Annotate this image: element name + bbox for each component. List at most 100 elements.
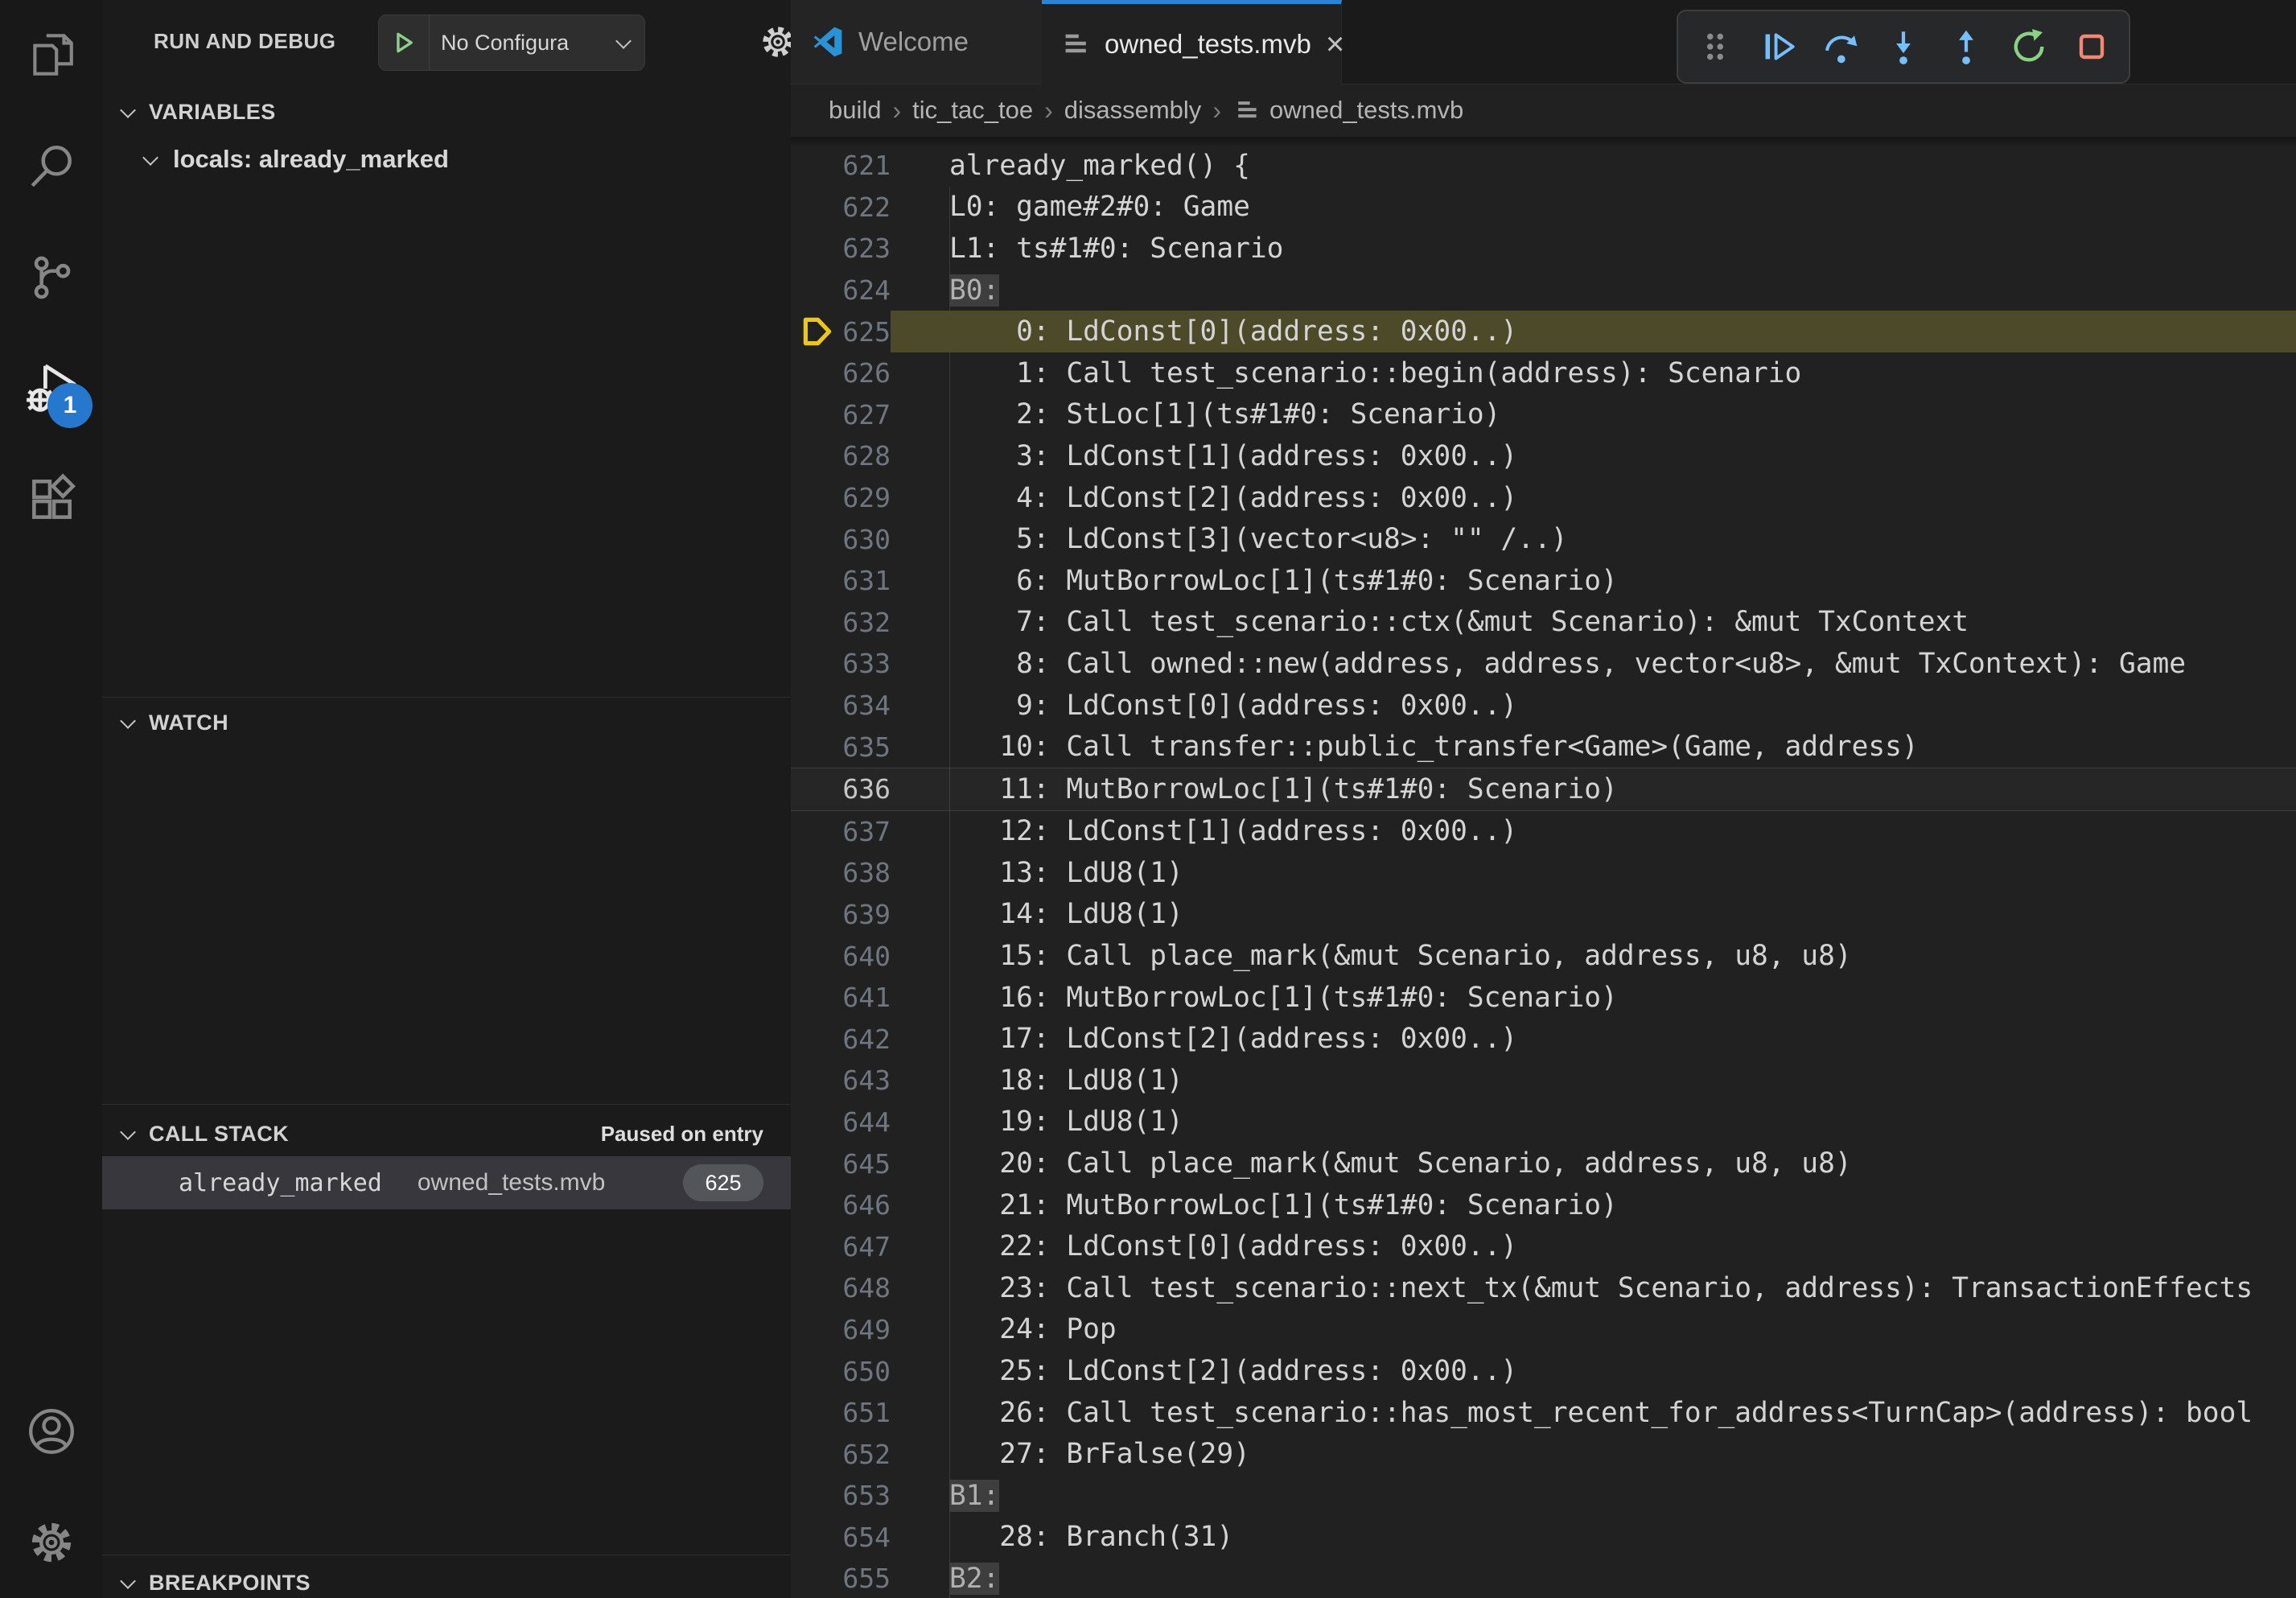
code-line[interactable]: 638 13: LdU8(1) — [791, 852, 2296, 894]
code-text[interactable]: 20: Call place_mark(&mut Scenario, addre… — [891, 1143, 2296, 1184]
code-text[interactable]: 15: Call place_mark(&mut Scenario, addre… — [891, 935, 2296, 977]
code-line[interactable]: 635 10: Call transfer::public_transfer<G… — [791, 726, 2296, 768]
line-number[interactable]: 623 — [837, 233, 891, 264]
glyph-margin[interactable] — [791, 1517, 837, 1559]
glyph-margin[interactable] — [791, 1433, 837, 1475]
code-line[interactable]: 645 20: Call place_mark(&mut Scenario, a… — [791, 1143, 2296, 1184]
code-text[interactable]: 23: Call test_scenario::next_tx(&mut Sce… — [891, 1267, 2296, 1309]
code-text[interactable]: already_marked() { — [891, 145, 2296, 187]
line-number[interactable]: 641 — [837, 982, 891, 1013]
variables-section-header[interactable]: VARIABLES — [102, 87, 791, 137]
line-number[interactable]: 629 — [837, 482, 891, 513]
glyph-margin[interactable] — [791, 1558, 837, 1598]
code-line[interactable]: 626 1: Call test_scenario::begin(address… — [791, 352, 2296, 394]
code-text[interactable]: 17: LdConst[2](address: 0x00..) — [891, 1018, 2296, 1060]
code-text[interactable]: 7: Call test_scenario::ctx(&mut Scenario… — [891, 602, 2296, 644]
glyph-margin[interactable] — [791, 1102, 837, 1143]
breadcrumb-item-file[interactable]: owned_tests.mvb — [1269, 96, 1463, 125]
line-number[interactable]: 626 — [837, 357, 891, 389]
line-number[interactable]: 648 — [837, 1272, 891, 1304]
code-block-label[interactable]: B1: — [891, 1475, 2296, 1517]
start-debugging-control[interactable]: No Configura — [378, 14, 645, 71]
glyph-margin[interactable] — [791, 270, 837, 311]
code-text[interactable]: 25: LdConst[2](address: 0x00..) — [891, 1350, 2296, 1392]
code-line[interactable]: 649 24: Pop — [791, 1309, 2296, 1351]
line-number[interactable]: 632 — [837, 607, 891, 638]
line-number[interactable]: 636 — [837, 773, 891, 805]
code-text[interactable]: 19: LdU8(1) — [891, 1102, 2296, 1143]
code-line[interactable]: 631 6: MutBorrowLoc[1](ts#1#0: Scenario) — [791, 560, 2296, 602]
debug-step-into-icon[interactable] — [1878, 21, 1929, 72]
glyph-margin[interactable] — [791, 1267, 837, 1309]
code-text[interactable]: 26: Call test_scenario::has_most_recent_… — [891, 1392, 2296, 1434]
code-text[interactable]: 6: MutBorrowLoc[1](ts#1#0: Scenario) — [891, 560, 2296, 602]
code-text[interactable]: 4: LdConst[2](address: 0x00..) — [891, 477, 2296, 519]
code-text[interactable]: L1: ts#1#0: Scenario — [891, 228, 2296, 270]
glyph-margin[interactable] — [791, 1184, 837, 1226]
source-control-icon[interactable] — [0, 222, 102, 333]
code-text[interactable]: 9: LdConst[0](address: 0x00..) — [891, 685, 2296, 727]
glyph-margin[interactable] — [791, 1060, 837, 1102]
code-line[interactable]: 641 16: MutBorrowLoc[1](ts#1#0: Scenario… — [791, 977, 2296, 1019]
account-icon[interactable] — [0, 1376, 102, 1487]
watch-section-header[interactable]: WATCH — [102, 698, 791, 748]
code-line[interactable]: 647 22: LdConst[0](address: 0x00..) — [791, 1225, 2296, 1267]
code-line[interactable]: 636 11: MutBorrowLoc[1](ts#1#0: Scenario… — [791, 768, 2296, 811]
glyph-margin[interactable] — [791, 726, 837, 768]
glyph-margin[interactable] — [791, 560, 837, 602]
line-number[interactable]: 638 — [837, 857, 891, 888]
code-line[interactable]: 648 23: Call test_scenario::next_tx(&mut… — [791, 1267, 2296, 1309]
line-number[interactable]: 630 — [837, 524, 891, 555]
line-number[interactable]: 650 — [837, 1356, 891, 1387]
code-line[interactable]: 632 7: Call test_scenario::ctx(&mut Scen… — [791, 602, 2296, 644]
glyph-margin[interactable] — [791, 811, 837, 853]
code-text[interactable]: 14: LdU8(1) — [891, 894, 2296, 936]
line-number[interactable]: 649 — [837, 1314, 891, 1345]
code-line[interactable]: 640 15: Call place_mark(&mut Scenario, a… — [791, 935, 2296, 977]
code-line[interactable]: 642 17: LdConst[2](address: 0x00..) — [791, 1018, 2296, 1060]
debug-restart-icon[interactable] — [2003, 21, 2055, 72]
glyph-margin[interactable] — [791, 1309, 837, 1351]
glyph-margin[interactable] — [791, 518, 837, 560]
toolbar-drag-handle[interactable] — [1689, 21, 1741, 72]
glyph-margin[interactable] — [791, 352, 837, 394]
glyph-margin[interactable] — [791, 602, 837, 644]
line-number[interactable]: 653 — [837, 1480, 891, 1511]
code-text[interactable]: 13: LdU8(1) — [891, 852, 2296, 894]
code-text[interactable]: 8: Call owned::new(address, address, vec… — [891, 643, 2296, 685]
breakpoints-section-header[interactable]: BREAKPOINTS — [102, 1558, 791, 1598]
glyph-margin[interactable] — [791, 852, 837, 894]
debug-configuration-select[interactable]: No Configura — [430, 31, 614, 56]
extensions-icon[interactable] — [0, 444, 102, 555]
code-line[interactable]: 634 9: LdConst[0](address: 0x00..) — [791, 685, 2296, 727]
line-number[interactable]: 631 — [837, 565, 891, 596]
line-number[interactable]: 634 — [837, 690, 891, 721]
line-number[interactable]: 628 — [837, 440, 891, 472]
code-line[interactable]: 644 19: LdU8(1) — [791, 1102, 2296, 1143]
code-line[interactable]: 625 0: LdConst[0](address: 0x00..) — [791, 311, 2296, 352]
line-number[interactable]: 655 — [837, 1563, 891, 1594]
glyph-margin[interactable] — [791, 1018, 837, 1060]
glyph-margin[interactable] — [791, 187, 837, 229]
locals-scope-row[interactable]: locals: already_marked — [102, 137, 791, 182]
line-number[interactable]: 621 — [837, 150, 891, 181]
glyph-margin[interactable] — [791, 1392, 837, 1434]
glyph-margin[interactable] — [791, 1350, 837, 1392]
debug-stop-icon[interactable] — [2066, 21, 2117, 72]
line-number[interactable]: 625 — [837, 316, 891, 348]
line-number[interactable]: 645 — [837, 1148, 891, 1180]
glyph-margin[interactable] — [791, 477, 837, 519]
code-text[interactable]: 27: BrFalse(29) — [891, 1433, 2296, 1475]
code-text[interactable]: 1: Call test_scenario::begin(address): S… — [891, 352, 2296, 394]
settings-gear-icon[interactable] — [0, 1487, 102, 1598]
code-line[interactable]: 633 8: Call owned::new(address, address,… — [791, 643, 2296, 685]
code-line[interactable]: 652 27: BrFalse(29) — [791, 1433, 2296, 1475]
code-text[interactable]: 5: LdConst[3](vector<u8>: "" /..) — [891, 518, 2296, 560]
line-number[interactable]: 635 — [837, 731, 891, 763]
line-number[interactable]: 633 — [837, 648, 891, 679]
glyph-margin[interactable] — [791, 394, 837, 436]
line-number[interactable]: 639 — [837, 899, 891, 930]
line-number[interactable]: 637 — [837, 816, 891, 847]
code-text[interactable]: 18: LdU8(1) — [891, 1060, 2296, 1102]
glyph-margin[interactable] — [791, 685, 837, 727]
